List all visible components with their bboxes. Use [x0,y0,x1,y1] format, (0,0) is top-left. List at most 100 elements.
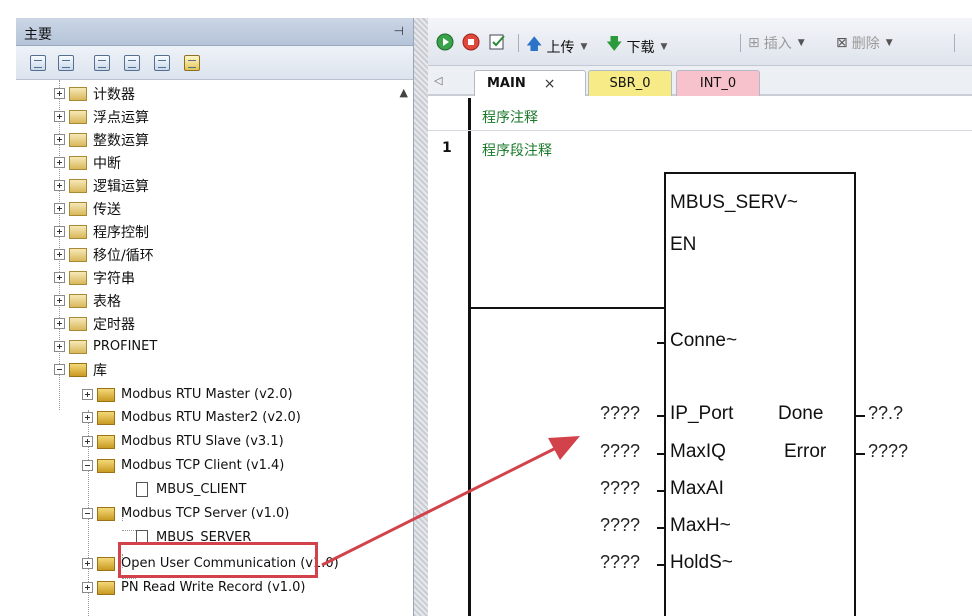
highlight-box-mbus-server [118,542,318,578]
collapse-icon[interactable] [82,508,93,519]
tree-item-shift[interactable]: 移位/循环 [54,243,154,266]
pane-title: 主要 [24,27,52,43]
segment-number: 1 [442,140,452,156]
tree-item-string[interactable]: 字符串 [54,266,135,289]
close-icon[interactable]: × [544,76,556,92]
upload-button[interactable]: 🡅 上传 ▼ [526,33,587,60]
tree-item-pn-read-write-record[interactable]: PN Read Write Record (v1.0) [82,576,306,599]
tree-item-modbus-rtu-master2[interactable]: Modbus RTU Master2 (v2.0) [82,406,301,429]
list-icon[interactable] [94,55,110,71]
expand-icon[interactable] [54,226,65,237]
tree-item-logic[interactable]: 逻辑运算 [54,174,149,197]
expand-icon[interactable] [54,318,65,329]
tree-item-mbus-client[interactable]: MBUS_CLIENT [136,478,246,501]
tree-item-table[interactable]: 表格 [54,289,121,312]
pin-icon[interactable]: ⊣ [394,24,404,38]
expand-icon[interactable] [54,341,65,352]
stop-icon[interactable] [462,33,480,51]
pin-ip-port: IP_Port [670,403,734,424]
display-icon[interactable] [184,55,200,71]
expand-icon[interactable] [82,389,93,400]
expand-icon[interactable] [54,111,65,122]
tab-sbr-0[interactable]: SBR_0 [588,70,672,96]
insert-button[interactable]: ⊞ 插入 ▼ [748,33,805,53]
tree-item-label: MBUS_CLIENT [156,482,247,497]
tree-item-integer[interactable]: 整数运算 [54,128,149,151]
tree-item-float[interactable]: 浮点运算 [54,105,149,128]
tree-item-program-control[interactable]: 程序控制 [54,220,149,243]
expand-icon[interactable] [82,412,93,423]
run-icon[interactable] [436,33,454,51]
tree-item-label: 整数运算 [93,132,149,149]
input-value-ip-port[interactable]: ???? [600,403,640,424]
segment-comment[interactable]: 程序段注释 [482,140,552,160]
delete-button[interactable]: ⊠ 删除 ▼ [836,33,893,53]
delete-icon: ⊠ [836,35,848,51]
pin-max-h: MaxH~ [670,515,731,536]
tab-label: INT_0 [699,76,737,91]
tree-item-interrupt[interactable]: 中断 [54,151,121,174]
logic-category-icon [69,178,87,193]
expand-icon[interactable] [82,436,93,447]
tab-int-0[interactable]: INT_0 [676,70,760,96]
view-icon[interactable] [30,55,46,71]
compile-icon[interactable] [488,33,508,51]
expand-icon[interactable] [54,157,65,168]
output-value-done[interactable]: ??.? [868,403,903,424]
expand-icon[interactable] [54,272,65,283]
dropdown-icon: ▼ [660,41,668,52]
output-value-error[interactable]: ???? [868,441,908,462]
tree-item-label: Modbus RTU Master2 (v2.0) [121,410,301,425]
tree-item-label: 移位/循环 [93,247,154,264]
library-folder-icon [97,506,115,521]
expand-icon[interactable] [54,180,65,191]
upload-label: 上传 [546,39,575,56]
expand-icon[interactable] [82,558,93,569]
tree-item-modbus-rtu-master[interactable]: Modbus RTU Master (v2.0) [82,383,293,406]
tree-item-label: 程序控制 [93,224,149,241]
library-folder-icon [97,556,115,571]
block-icon [136,482,148,497]
scroll-left-icon[interactable]: ◁ [434,74,442,87]
expand-icon[interactable] [82,582,93,593]
pane-splitter[interactable] [414,18,428,616]
pin-max-iq: MaxIQ [670,441,726,462]
tree-item-modbus-tcp-client[interactable]: Modbus TCP Client (v1.4) [82,454,284,477]
details-icon[interactable] [154,55,170,71]
profinet-category-icon [69,339,87,354]
tree-item-timer[interactable]: 定时器 [54,312,135,335]
tree-item-profinet[interactable]: PROFINET [54,335,157,358]
collapse-icon[interactable] [54,364,65,375]
library-folder-icon [69,362,87,377]
input-value-max-ai[interactable]: ???? [600,478,640,499]
tree-item-counter[interactable]: 计数器 [54,82,135,105]
tree-item-label: Modbus TCP Client (v1.4) [121,458,285,473]
input-value-max-h[interactable]: ???? [600,515,640,536]
block-name: MBUS_SERV~ [670,192,798,213]
expand-icon[interactable] [54,88,65,99]
tree-item-library[interactable]: 库 [54,358,107,381]
tree-item-modbus-tcp-server[interactable]: Modbus TCP Server (v1.0) [82,502,289,525]
tree-item-move[interactable]: 传送 [54,197,121,220]
tab-main[interactable]: MAIN × [474,70,586,96]
expand-icon[interactable] [54,249,65,260]
tree-item-modbus-rtu-slave[interactable]: Modbus RTU Slave (v3.1) [82,430,284,453]
input-value-hold-s[interactable]: ???? [600,552,640,573]
timer-category-icon [69,316,87,331]
scroll-up-icon[interactable]: ▲ [400,86,408,99]
tree-item-label: 定时器 [93,316,135,333]
tree-item-label: 字符串 [93,270,135,287]
download-button[interactable]: 🡇 下载 ▼ [606,33,667,60]
ladder-editor[interactable]: 程序注释 1 程序段注释 MBUS_SERV~ EN Conne~ ???? I… [428,98,972,616]
table-icon[interactable] [58,55,74,71]
program-comment[interactable]: 程序注释 [482,107,538,127]
list2-icon[interactable] [124,55,140,71]
collapse-icon[interactable] [82,460,93,471]
input-value-max-iq[interactable]: ???? [600,441,640,462]
table-category-icon [69,293,87,308]
delete-label: 删除 [851,36,880,52]
library-folder-icon [97,387,115,402]
expand-icon[interactable] [54,295,65,306]
expand-icon[interactable] [54,203,65,214]
expand-icon[interactable] [54,134,65,145]
